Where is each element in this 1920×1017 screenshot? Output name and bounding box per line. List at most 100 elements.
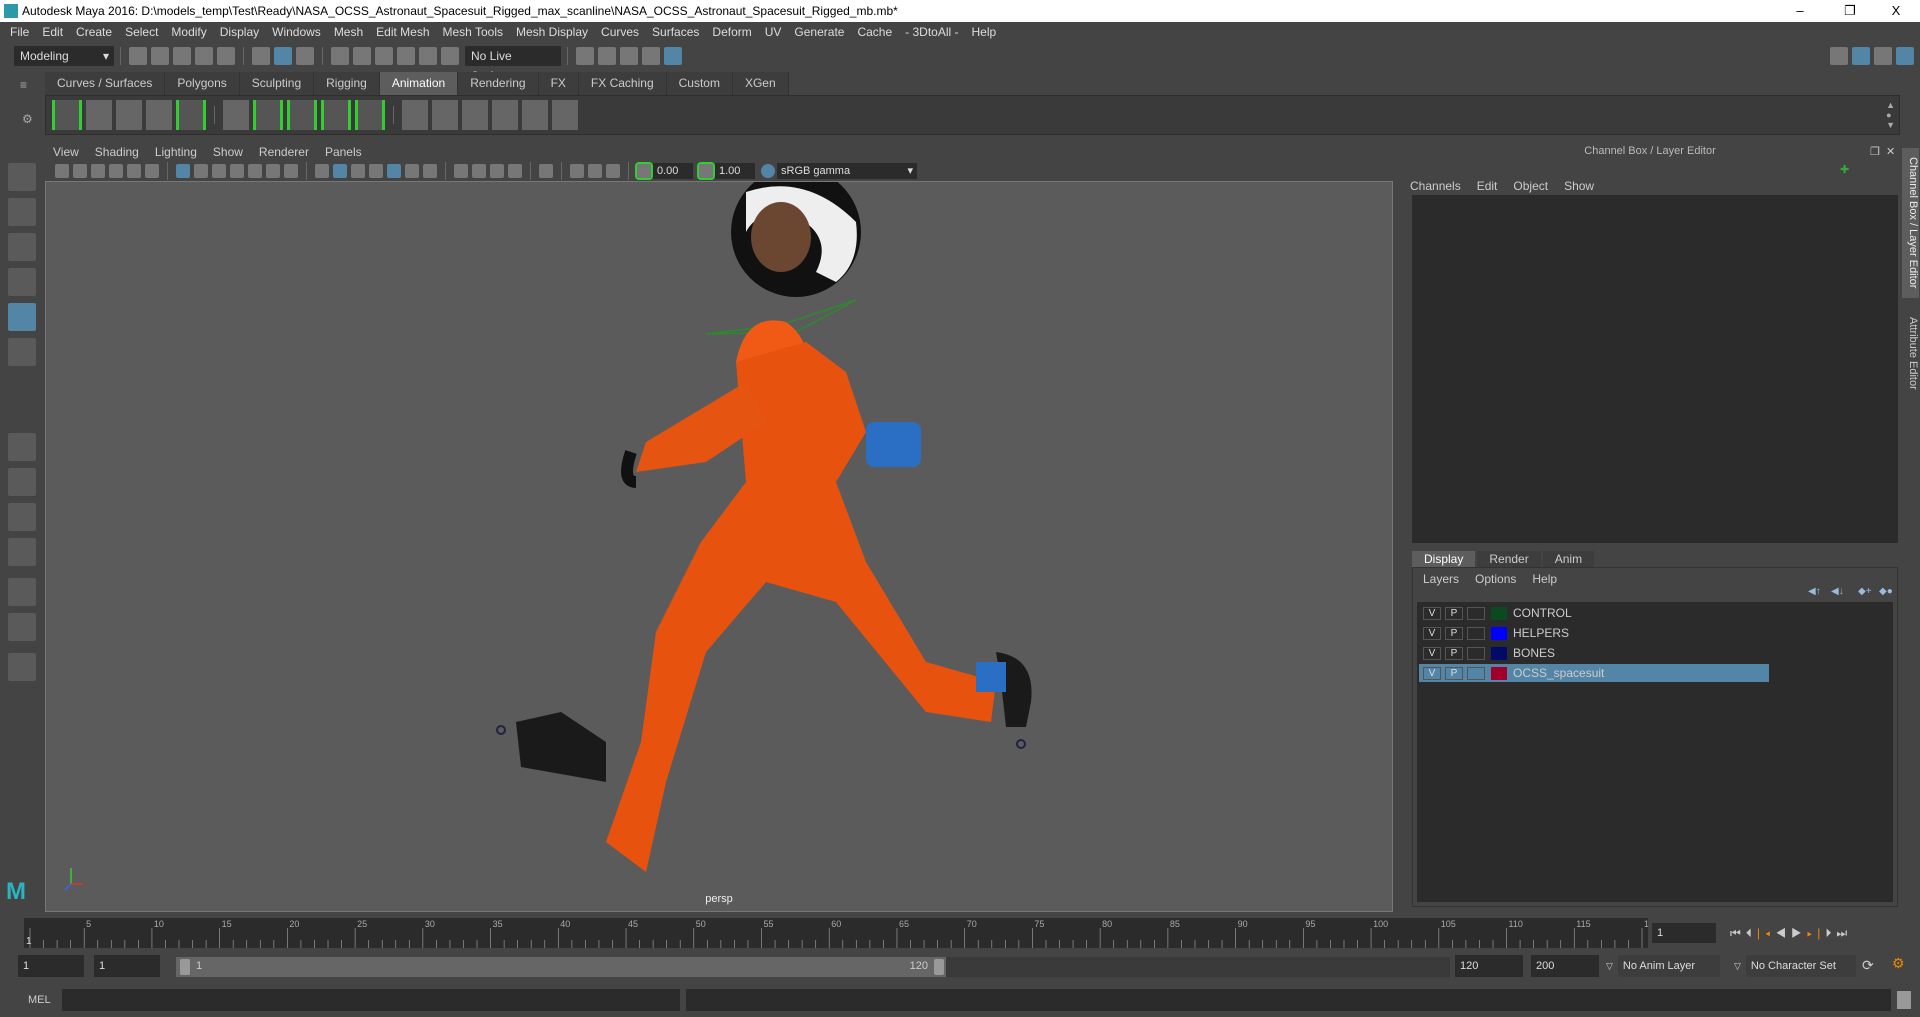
visibility-toggle[interactable]: V <box>1423 666 1441 680</box>
close-panel-icon[interactable]: ✕ <box>1886 145 1895 158</box>
menu-select[interactable]: Select <box>125 25 158 39</box>
visibility-toggle[interactable]: V <box>1423 626 1441 640</box>
render-settings-icon[interactable] <box>642 47 660 65</box>
panel-menu-shading[interactable]: Shading <box>95 145 139 159</box>
command-language-label[interactable]: MEL <box>28 994 62 1006</box>
layer-color-swatch[interactable] <box>1491 606 1507 620</box>
menu-edit[interactable]: Edit <box>42 25 63 39</box>
play-forwards-icon[interactable]: ▶ <box>1791 926 1807 940</box>
shadows-icon[interactable] <box>423 164 437 178</box>
channel-menu-object[interactable]: Object <box>1513 179 1548 193</box>
render-frame-icon[interactable] <box>598 47 616 65</box>
layer-color-swatch[interactable] <box>1491 646 1507 660</box>
exposure-field[interactable]: 0.00 <box>653 163 693 179</box>
point-link-icon[interactable] <box>432 100 458 130</box>
menu-generate[interactable]: Generate <box>794 25 844 39</box>
range-end-handle[interactable] <box>934 959 944 975</box>
scale-constraint-icon[interactable] <box>355 100 385 130</box>
save-scene-icon[interactable] <box>173 47 191 65</box>
live-surface-field[interactable]: No Live Surface <box>465 46 561 83</box>
aim-link-icon[interactable] <box>522 100 548 130</box>
layer-tab-render[interactable]: Render <box>1477 551 1541 567</box>
range-start-handle[interactable] <box>180 959 190 975</box>
undo-icon[interactable] <box>195 47 213 65</box>
tab-attribute-editor[interactable]: Attribute Editor <box>1902 308 1919 398</box>
new-scene-icon[interactable] <box>129 47 147 65</box>
snap-live-icon[interactable] <box>441 47 459 65</box>
visibility-toggle[interactable]: V <box>1423 646 1441 660</box>
layer-row[interactable]: V P HELPERS <box>1419 624 1769 642</box>
resolution-gate-icon[interactable] <box>212 164 226 178</box>
hypershade-icon[interactable] <box>664 47 682 65</box>
playback-toggle[interactable]: P <box>1445 626 1463 640</box>
redo-icon[interactable] <box>217 47 235 65</box>
pole-vector-icon[interactable] <box>552 100 578 130</box>
open-scene-icon[interactable] <box>151 47 169 65</box>
motion-blur-icon[interactable] <box>472 164 486 178</box>
textured-icon[interactable] <box>387 164 401 178</box>
camera-attributes-icon[interactable] <box>73 164 87 178</box>
menu-help[interactable]: Help <box>972 25 997 39</box>
menu-file[interactable]: File <box>10 25 29 39</box>
range-slider-bar[interactable]: 1 120 <box>176 957 946 977</box>
manipulator-icon[interactable]: ✚ <box>1840 163 1849 176</box>
playback-end-field[interactable]: 120 <box>1455 955 1523 977</box>
channel-menu-show[interactable]: Show <box>1564 179 1594 193</box>
panel-menu-panels[interactable]: Panels <box>325 145 362 159</box>
new-empty-layer-icon[interactable]: ◆+ <box>1858 586 1872 597</box>
channel-box-toggle-icon[interactable] <box>1896 47 1914 65</box>
orient-constraint-icon[interactable] <box>321 100 351 130</box>
bookmark-icon[interactable] <box>91 164 105 178</box>
select-component-icon[interactable] <box>296 47 314 65</box>
single-view-layout-icon[interactable] <box>8 433 36 461</box>
current-frame-field[interactable]: 1 <box>1652 923 1716 943</box>
menu-curves[interactable]: Curves <box>601 25 639 39</box>
snap-grid-icon[interactable] <box>331 47 349 65</box>
menu-deform[interactable]: Deform <box>712 25 751 39</box>
image-plane-icon[interactable] <box>109 164 123 178</box>
menu-create[interactable]: Create <box>76 25 112 39</box>
menu-windows[interactable]: Windows <box>272 25 321 39</box>
shelf-tab-sculpting[interactable]: Sculpting <box>239 72 315 95</box>
shelf-tab-xgen[interactable]: XGen <box>732 72 789 95</box>
go-to-end-icon[interactable]: ⏭ <box>1836 926 1852 940</box>
character-set-dropdown[interactable]: ▽ No Character Set <box>1734 955 1856 977</box>
grid-icon[interactable] <box>176 164 190 178</box>
step-forward-frame-icon[interactable]: ⏵ <box>1825 926 1836 940</box>
animation-preferences-icon[interactable]: ⚙ <box>1892 955 1905 972</box>
two-view-layout-icon[interactable] <box>8 503 36 531</box>
2d-pan-zoom-icon[interactable] <box>127 164 141 178</box>
menu-cache[interactable]: Cache <box>857 25 892 39</box>
render-view-icon[interactable] <box>576 47 594 65</box>
depth-of-field-icon[interactable] <box>508 164 522 178</box>
menu-display[interactable]: Display <box>220 25 259 39</box>
playback-toggle[interactable]: P <box>1445 666 1463 680</box>
move-layer-up-icon[interactable]: ◀↑ <box>1808 586 1821 597</box>
create-clip-icon[interactable] <box>176 100 206 130</box>
safe-title-icon[interactable] <box>284 164 298 178</box>
channel-menu-channels[interactable]: Channels <box>1410 179 1461 193</box>
ik-handle-icon[interactable] <box>253 100 283 130</box>
exposure-icon[interactable] <box>635 162 653 180</box>
menu-mesh-display[interactable]: Mesh Display <box>516 25 588 39</box>
field-chart-icon[interactable] <box>248 164 262 178</box>
shelf-tab-fx-caching[interactable]: FX Caching <box>578 72 667 95</box>
menu-mesh[interactable]: Mesh <box>334 25 363 39</box>
wireframe-on-shaded-icon[interactable] <box>351 164 365 178</box>
anim-layer-dropdown[interactable]: ▽ No Anim Layer <box>1606 955 1720 977</box>
auto-key-icon[interactable]: ⟳ <box>1862 957 1874 974</box>
display-type-toggle[interactable] <box>1467 626 1485 640</box>
layer-row[interactable]: V P BONES <box>1419 644 1769 662</box>
smooth-shade-icon[interactable] <box>333 164 347 178</box>
panel-menu-show[interactable]: Show <box>213 145 243 159</box>
safe-action-icon[interactable] <box>266 164 280 178</box>
gamma-field[interactable]: 1.00 <box>715 163 755 179</box>
script-editor-icon[interactable] <box>1897 991 1911 1009</box>
shelf-tab-polygons[interactable]: Polygons <box>165 72 240 95</box>
new-layer-from-selection-icon[interactable]: ◆● <box>1879 586 1893 597</box>
persp-graph-layout-icon[interactable] <box>8 578 36 606</box>
scale-link-icon[interactable] <box>492 100 518 130</box>
snap-view-icon[interactable] <box>397 47 415 65</box>
shelf-scroll-icon[interactable]: ▲ ● ▼ <box>1886 100 1895 130</box>
gate-mask-icon[interactable] <box>230 164 244 178</box>
